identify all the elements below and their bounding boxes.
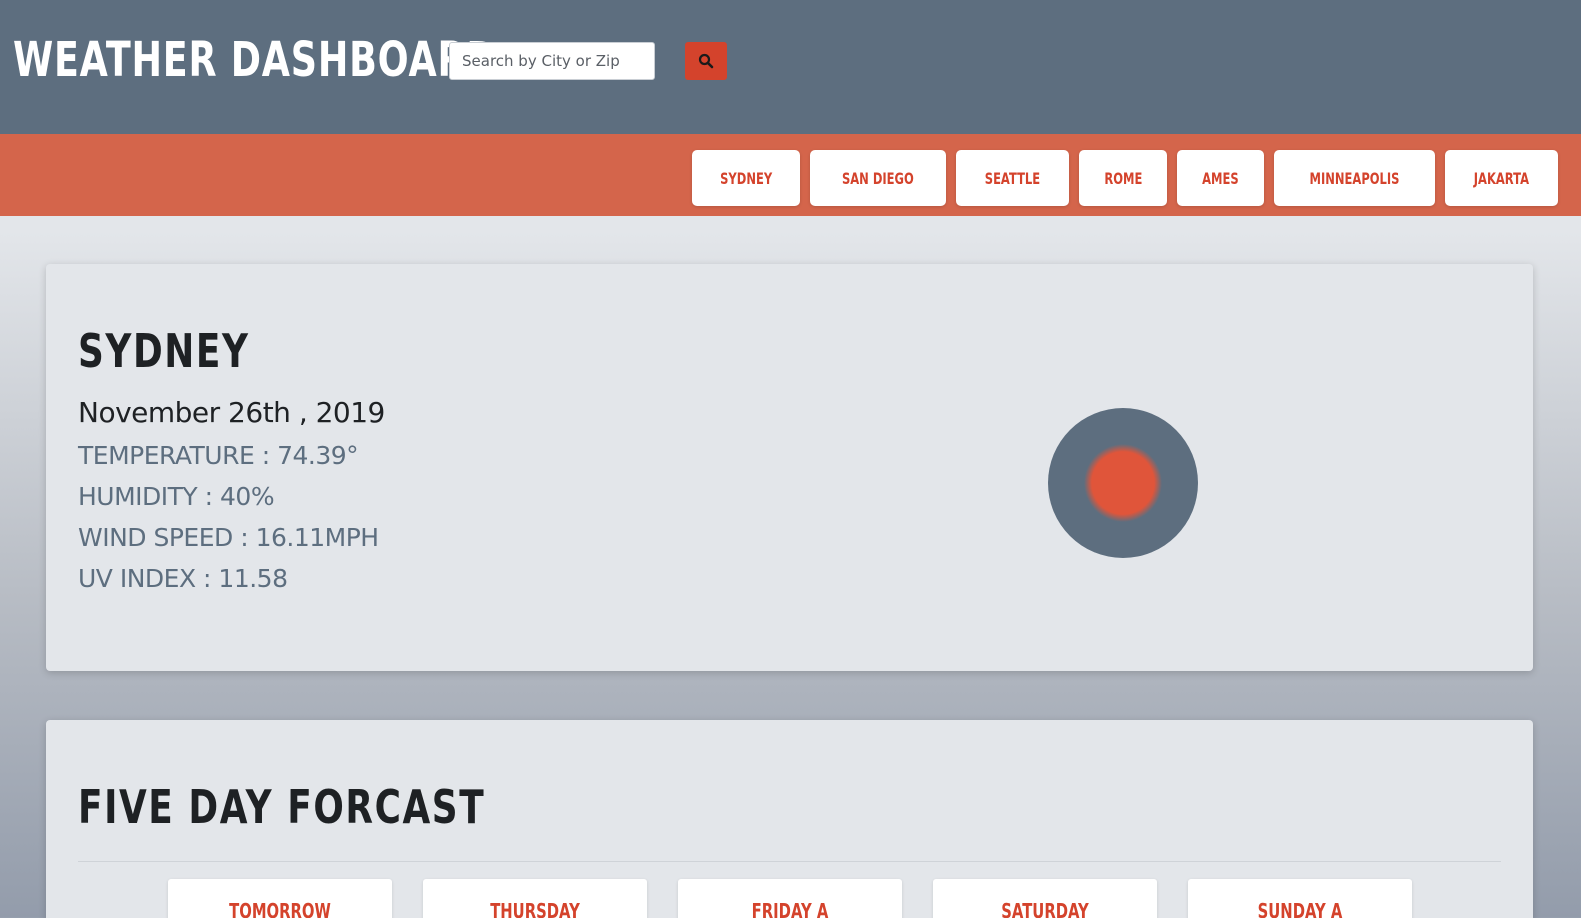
city-button-rome[interactable]: ROME [1078, 150, 1168, 206]
forecast-day-card: SATURDAY [933, 879, 1157, 918]
app-header: WEATHER DASHBOARD [0, 0, 1581, 134]
search-button[interactable] [685, 42, 727, 80]
forecast-day-card: SUNDAY A [1188, 879, 1412, 918]
city-button-label: ROME [1104, 168, 1143, 188]
uv-index-stat: UV INDEX : 11.58 [78, 564, 288, 593]
forecast-divider [78, 861, 1501, 862]
forecast-day-label: THURSDAY [490, 899, 580, 918]
wind-speed-stat: WIND SPEED : 16.11MPH [78, 523, 379, 552]
forecast-day-label: FRIDAY A [751, 899, 829, 918]
app-title: WEATHER DASHBOARD [13, 32, 498, 88]
city-button-label: AMES [1202, 168, 1240, 188]
city-button-ames[interactable]: AMES [1177, 150, 1265, 206]
forecast-day-card: THURSDAY [423, 879, 647, 918]
city-button-jakarta[interactable]: JAKARTA [1445, 150, 1558, 206]
forecast-day-card: FRIDAY A [678, 879, 902, 918]
forecast-day-label: SUNDAY A [1257, 899, 1343, 918]
humidity-stat: HUMIDITY : 40% [78, 482, 275, 511]
city-button-label: SAN DIEGO [841, 168, 914, 188]
saved-city-buttons: SYDNEY SAN DIEGO SEATTLE ROME AMES MINNE… [691, 150, 1558, 206]
current-date: November 26th , 2019 [78, 396, 385, 429]
current-weather-card: SYDNEY November 26th , 2019 TEMPERATURE … [46, 264, 1533, 671]
city-button-label: MINNEAPOLIS [1309, 168, 1400, 188]
city-button-seattle[interactable]: SEATTLE [955, 150, 1069, 206]
current-city-name: SYDNEY [78, 324, 250, 378]
forecast-day-label: TOMORROW [229, 899, 331, 918]
sun-icon [1048, 408, 1198, 558]
forecast-day-card: TOMORROW [168, 879, 392, 918]
city-button-label: SYDNEY [719, 168, 772, 188]
forecast-day-label: SATURDAY [1001, 899, 1089, 918]
forecast-title: FIVE DAY FORCAST [78, 780, 486, 834]
temperature-stat: TEMPERATURE : 74.39° [78, 441, 359, 470]
forecast-day-list: TOMORROW THURSDAY FRIDAY A SATURDAY SUND… [168, 879, 1412, 918]
search-icon [698, 53, 714, 69]
city-button-label: JAKARTA [1473, 168, 1530, 188]
city-button-sydney[interactable]: SYDNEY [691, 150, 801, 206]
city-button-minneapolis[interactable]: MINNEAPOLIS [1274, 150, 1436, 206]
city-button-label: SEATTLE [984, 168, 1040, 188]
five-day-forecast-card: FIVE DAY FORCAST TOMORROW THURSDAY FRIDA… [46, 720, 1533, 918]
search-input[interactable] [449, 42, 655, 80]
city-button-san-diego[interactable]: SAN DIEGO [810, 150, 946, 206]
